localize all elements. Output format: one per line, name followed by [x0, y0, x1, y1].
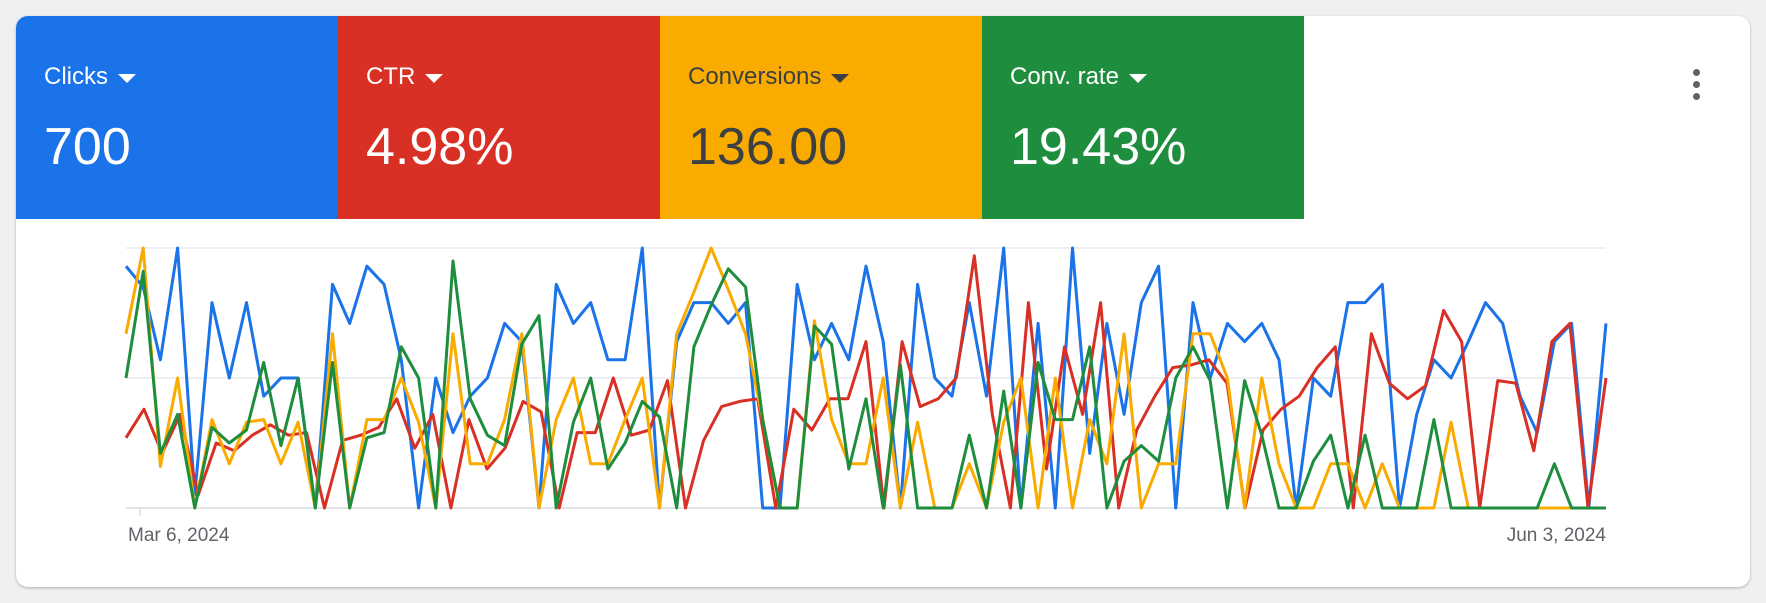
metric-label: Conv. rate [1010, 63, 1119, 90]
metric-value: 4.98% [366, 118, 514, 176]
caret-down-icon[interactable] [1128, 73, 1147, 83]
metric-tile-conversions[interactable]: Conversions 136.00 [660, 16, 982, 219]
caret-down-icon[interactable] [831, 73, 850, 83]
metric-label: Conversions [688, 63, 822, 90]
menu-dot [1692, 80, 1700, 88]
metric-label-row: CTR [366, 63, 660, 91]
menu-dot [1692, 92, 1700, 100]
menu-dot [1692, 68, 1700, 76]
metric-tile-clicks[interactable]: Clicks 700 [16, 16, 338, 219]
metric-value: 136.00 [688, 118, 848, 176]
performance-card: Mar 6, 2024 Jun 3, 2024 Clicks 700 CTR 4.… [16, 16, 1750, 587]
caret-down-icon[interactable] [118, 73, 136, 83]
metric-tile-conv-rate[interactable]: Conv. rate 19.43% [982, 16, 1304, 219]
metric-tiles: Clicks 700 CTR 4.98% Conversions 136.00 … [16, 16, 1304, 219]
metric-label-row: Conversions [688, 63, 982, 91]
x-tick-label-start: Mar 6, 2024 [128, 525, 230, 546]
x-axis: Mar 6, 2024 Jun 3, 2024 [128, 508, 1606, 546]
metric-value: 19.43% [1010, 118, 1187, 176]
metric-label: CTR [366, 63, 416, 90]
metric-label-row: Clicks [44, 63, 338, 91]
x-tick-label-end: Jun 3, 2024 [1507, 525, 1607, 546]
caret-down-icon[interactable] [425, 73, 444, 83]
metric-value: 700 [44, 118, 131, 176]
metric-label: Clicks [44, 63, 108, 90]
metric-tile-ctr[interactable]: CTR 4.98% [338, 16, 660, 219]
more-vert-icon[interactable] [1682, 62, 1710, 106]
metric-label-row: Conv. rate [1010, 63, 1304, 91]
